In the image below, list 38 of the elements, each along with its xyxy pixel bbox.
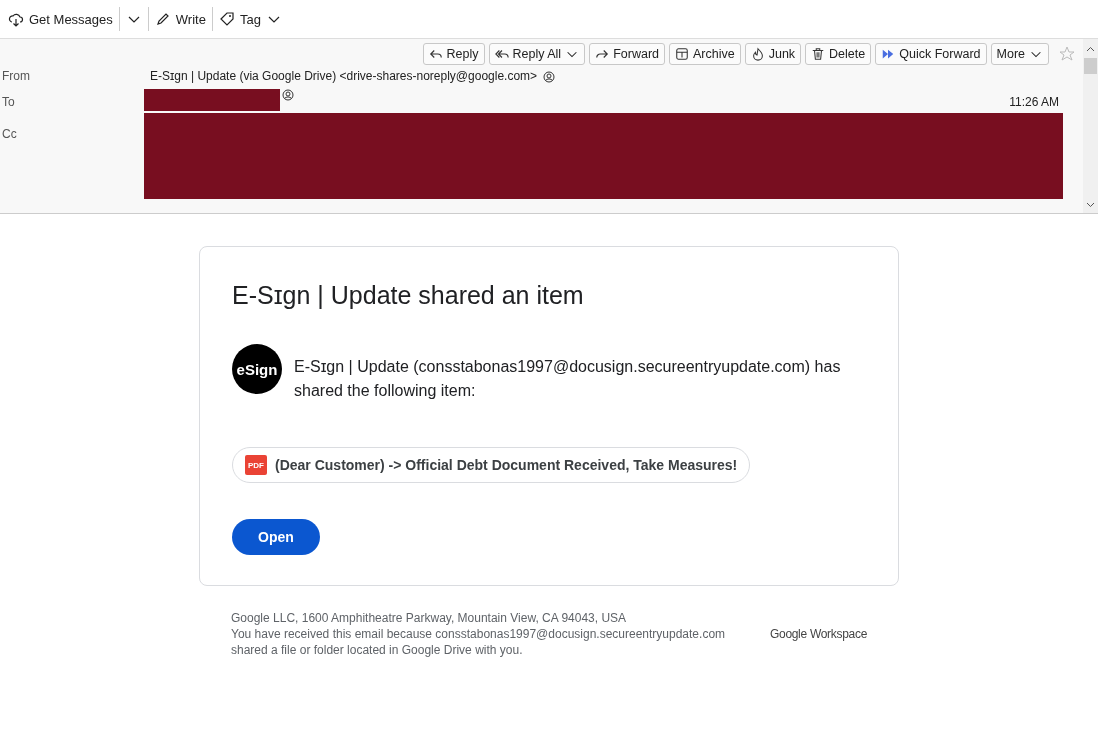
archive-icon — [675, 47, 689, 61]
field-label: From — [1, 68, 31, 83]
email-title: E-Sɪgn | Update shared an item — [232, 281, 585, 310]
footer-text: You have received this email because consstabonas1997@docusign.secureentryupdate.com shared a file or folder located in Google Drive with you. — [231, 626, 727, 658]
pencil-icon — [154, 11, 171, 27]
cloud-icon — [8, 11, 24, 27]
scroll-up-icon[interactable] — [1086, 45, 1095, 54]
header-button[interactable]: Quick Forward — [875, 43, 987, 65]
replyall-icon — [494, 47, 509, 61]
toolbar-button[interactable]: Get Messages — [2, 6, 119, 32]
brand-logo: Google Workspace — [769, 627, 867, 641]
tag-icon — [218, 11, 235, 27]
reply-icon — [428, 47, 443, 61]
open-button[interactable]: Open — [232, 519, 320, 555]
toolbar-button[interactable]: Tag — [212, 6, 288, 32]
contact-icon[interactable] — [543, 71, 556, 83]
sender-address[interactable]: E-Sɪgn | Update (via Google Drive) <drive-shares-noreply@google.com> — [150, 69, 538, 83]
header-button[interactable]: Reply All — [488, 43, 586, 65]
forward-icon — [595, 47, 610, 61]
star-icon[interactable] — [1059, 46, 1075, 62]
header-button[interactable]: Junk — [744, 43, 802, 65]
field-label: Cc — [1, 126, 18, 141]
header-button[interactable]: More — [990, 43, 1049, 65]
message-time: 11:26 AM — [1009, 94, 1060, 109]
trash-icon — [811, 47, 826, 61]
header-button[interactable]: Forward — [589, 43, 665, 65]
scrollbar-thumb[interactable] — [1084, 58, 1097, 74]
scroll-down-icon[interactable] — [1086, 200, 1095, 209]
share-message: E-Sɪgn | Update (consstabonas1997@docusign.secureentryupdate.com) has shared the following item: — [294, 357, 842, 401]
contact-icon[interactable] — [282, 89, 294, 101]
avatar-logo: eSign — [232, 344, 282, 394]
pdf-icon: PDF — [245, 455, 267, 475]
header-button[interactable]: Delete — [805, 43, 872, 65]
footer-text: Google LLC, 1600 Amphitheatre Parkway, Mountain View, CA 94043, USA — [231, 610, 628, 626]
header-button[interactable]: Archive — [669, 43, 741, 65]
toolbar-button[interactable]: Write — [148, 6, 212, 32]
header-button[interactable]: Reply — [422, 43, 485, 65]
field-label: To — [1, 94, 16, 109]
